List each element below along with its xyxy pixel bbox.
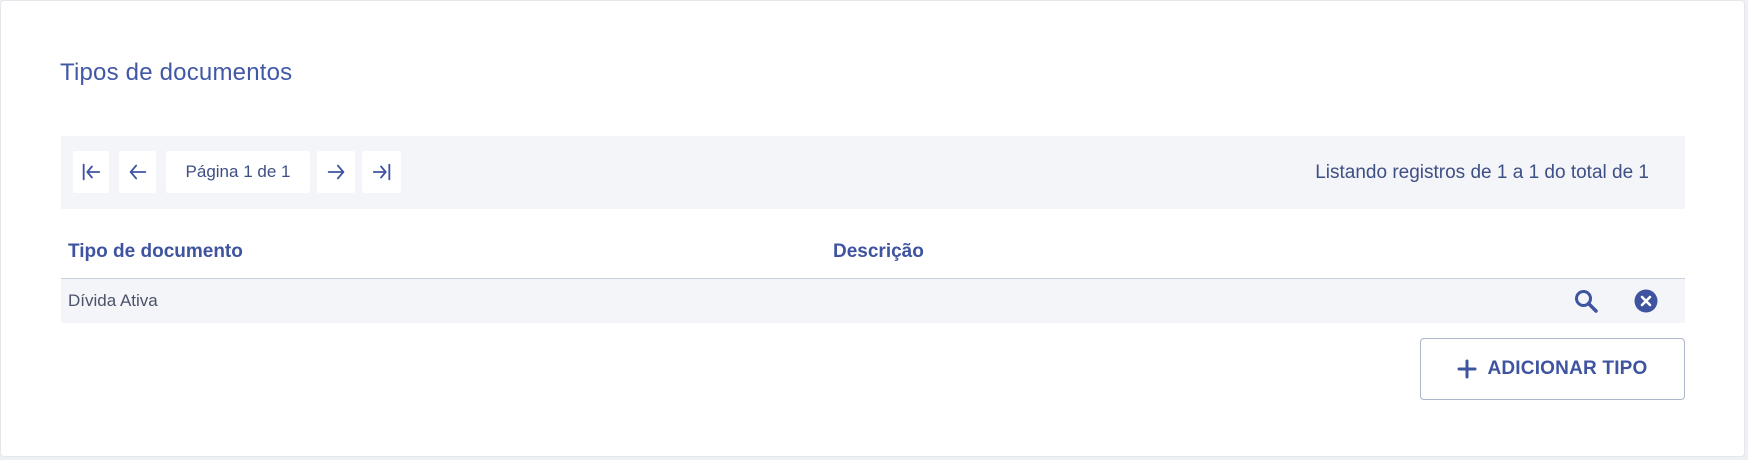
- remove-icon: [1634, 289, 1658, 313]
- cell-tipo: Dívida Ativa: [68, 291, 158, 310]
- document-types-card: Tipos de documentos Página 1 de 1 Listan…: [0, 0, 1745, 457]
- previous-page-button[interactable]: [119, 151, 156, 193]
- next-page-button[interactable]: [317, 151, 355, 193]
- last-page-button[interactable]: [362, 151, 401, 193]
- arrow-right-icon: [327, 164, 345, 180]
- view-button[interactable]: [1573, 288, 1599, 314]
- first-page-icon: [82, 163, 101, 181]
- remove-button[interactable]: [1633, 288, 1659, 314]
- column-header-tipo: Tipo de documento: [68, 241, 243, 262]
- page-title: Tipos de documentos: [60, 59, 293, 86]
- search-icon: [1575, 290, 1598, 313]
- first-page-button[interactable]: [73, 151, 109, 193]
- page-indicator: Página 1 de 1: [166, 151, 310, 193]
- table-row: Dívida Ativa: [61, 279, 1685, 323]
- pagination-toolbar: Página 1 de 1 Listando registros de 1 a …: [61, 136, 1685, 209]
- arrow-left-icon: [129, 164, 146, 180]
- add-type-button[interactable]: ADICIONAR TIPO: [1420, 338, 1685, 400]
- listing-summary: Listando registros de 1 a 1 do total de …: [1315, 162, 1649, 183]
- column-header-descricao: Descrição: [833, 241, 924, 262]
- last-page-icon: [372, 163, 390, 181]
- table-header: Tipo de documento Descrição: [61, 229, 1685, 279]
- add-type-label: ADICIONAR TIPO: [1487, 358, 1648, 379]
- plus-icon: [1457, 359, 1477, 379]
